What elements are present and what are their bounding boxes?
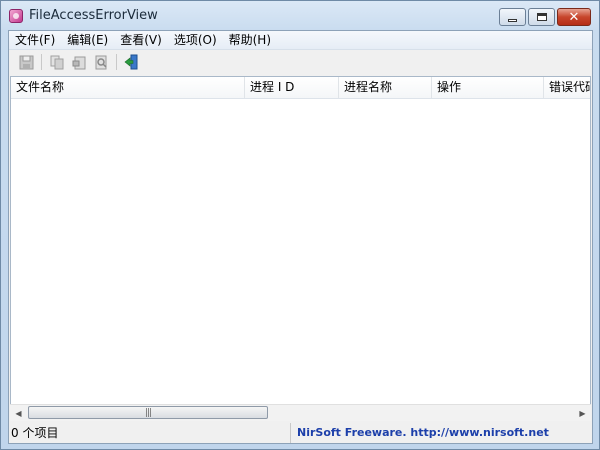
exit-icon <box>124 54 138 70</box>
column-header-process-name[interactable]: 进程名称 <box>339 77 432 98</box>
list-header: 文件名称 进程 I D 进程名称 操作 错误代码 <box>11 77 590 99</box>
arrow-right-icon: ▶ <box>579 408 586 418</box>
maximize-button[interactable] <box>528 8 555 26</box>
menu-options[interactable]: 选项(O) <box>168 31 223 49</box>
minimize-icon <box>508 18 517 22</box>
scroll-left-button[interactable]: ◀ <box>10 405 27 421</box>
scroll-right-button[interactable]: ▶ <box>574 405 591 421</box>
toolbar <box>9 50 592 74</box>
window-title: FileAccessErrorView <box>29 8 158 23</box>
save-button[interactable] <box>17 53 35 71</box>
list-body[interactable] <box>11 98 590 420</box>
results-list[interactable]: 文件名称 进程 I D 进程名称 操作 错误代码 <box>10 76 591 421</box>
maximize-icon <box>536 13 547 21</box>
menu-file[interactable]: 文件(F) <box>9 31 61 49</box>
scroll-thumb[interactable]: ||| <box>28 406 268 419</box>
app-icon[interactable] <box>9 9 23 23</box>
title-bar[interactable]: FileAccessErrorView ✕ <box>1 1 599 31</box>
minimize-button[interactable] <box>499 8 526 26</box>
find-button[interactable] <box>92 53 110 71</box>
horizontal-scrollbar[interactable]: ◀ ||| ▶ <box>10 404 591 421</box>
html-report-button[interactable] <box>70 53 88 71</box>
close-button[interactable]: ✕ <box>557 8 591 26</box>
window-controls: ✕ <box>499 8 591 27</box>
copy-button[interactable] <box>48 53 66 71</box>
menu-help[interactable]: 帮助(H) <box>223 31 277 49</box>
client-area: 文件(F) 编辑(E) 查看(V) 选项(O) 帮助(H) 文件名称 进程 I … <box>8 30 593 444</box>
nirsoft-link[interactable]: NirSoft Freeware. http://www.nirsoft.net <box>291 423 549 443</box>
arrow-left-icon: ◀ <box>15 408 22 418</box>
save-icon <box>19 55 33 69</box>
toolbar-separator <box>41 54 42 70</box>
close-icon: ✕ <box>568 9 580 25</box>
column-header-operation[interactable]: 操作 <box>432 77 544 98</box>
menu-edit[interactable]: 编辑(E) <box>61 31 114 49</box>
menu-view[interactable]: 查看(V) <box>114 31 168 49</box>
column-header-error-code[interactable]: 错误代码 <box>544 77 590 98</box>
html-report-icon <box>72 56 85 69</box>
menu-bar: 文件(F) 编辑(E) 查看(V) 选项(O) 帮助(H) <box>9 31 592 50</box>
status-bar: 0 个项目 NirSoft Freeware. http://www.nirso… <box>9 423 592 443</box>
column-header-process-id[interactable]: 进程 I D <box>245 77 339 98</box>
exit-button[interactable] <box>123 53 141 71</box>
toolbar-separator <box>116 54 117 70</box>
copy-icon <box>50 55 63 69</box>
column-header-file-name[interactable]: 文件名称 <box>11 77 245 98</box>
find-icon <box>95 55 107 69</box>
item-count: 0 个项目 <box>9 423 291 443</box>
grip-icon: ||| <box>144 407 152 418</box>
app-window: FileAccessErrorView ✕ 文件(F) 编辑(E) 查看(V) … <box>0 0 600 450</box>
